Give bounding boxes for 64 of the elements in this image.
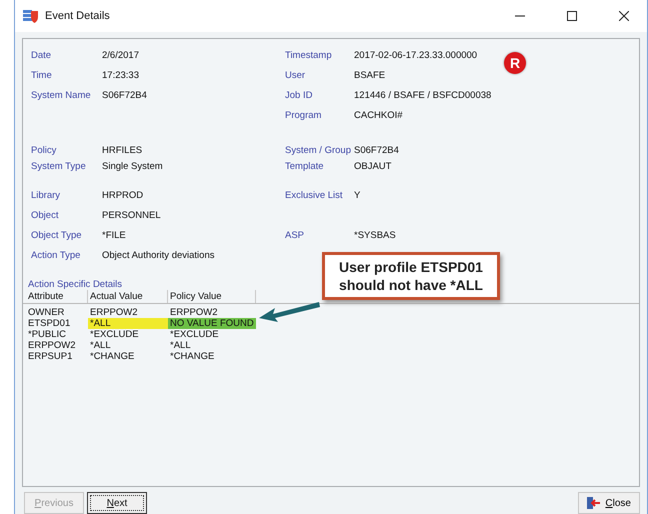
field-value: *FILE [102, 230, 127, 240]
table-cell: *ALL [88, 318, 168, 329]
field-label: System Type [31, 160, 87, 172]
field-label: Policy [31, 144, 58, 156]
field-value: Single System [102, 160, 164, 172]
field-label: Action Type [31, 250, 82, 260]
column-header[interactable]: Policy Value [168, 290, 256, 303]
table-cell-text: *EXCLUDE [169, 329, 220, 340]
table-cell-text: *EXCLUDE [89, 329, 140, 340]
table-cell-text: ERPPOW2 [89, 307, 139, 318]
field-value: PERSONNEL [102, 210, 162, 220]
maximize-icon [567, 11, 577, 21]
table-cell-text: ETSPD01 [27, 318, 72, 329]
field-label: Time [31, 70, 53, 80]
field-value: BSAFE [354, 70, 386, 80]
field-label: System / Group [285, 144, 352, 156]
callout-text: should not have *ALL [339, 276, 483, 294]
field-value: Y [354, 190, 362, 200]
table-cell-text: ERPSUP1 [27, 351, 74, 362]
field-label: Exclusive List [285, 190, 344, 200]
status-badge: R [504, 52, 526, 74]
field-value: 2017-02-06-17.23.33.000000 [354, 50, 478, 60]
field-label: Object Type [31, 230, 83, 240]
field-value: OBJAUT [354, 160, 392, 172]
field-value: S06F72B4 [102, 90, 148, 100]
table-cell-text: *ALL [169, 340, 192, 351]
exit-icon [587, 497, 602, 509]
close-icon [619, 11, 629, 21]
field-label: Object [31, 210, 60, 220]
table-cell-text: *ALL [89, 340, 112, 351]
table-cell-text: *CHANGE [89, 351, 136, 362]
field-value: Object Authority deviations [102, 250, 216, 260]
window-title: Event Details [45, 10, 111, 22]
next-button[interactable]: Next [87, 492, 147, 514]
field-label: Library [31, 190, 62, 200]
section-title: Action Specific Details [28, 279, 122, 290]
field-value: S06F72B4 [354, 144, 400, 156]
field-label: Program [285, 110, 322, 120]
table-cell-text: ERPPOW2 [169, 307, 219, 318]
field-value: 17:23:33 [102, 70, 140, 80]
field-value: 121446 / BSAFE / BSFCD00038 [354, 90, 492, 100]
field-value: CACHKOI# [354, 110, 404, 120]
field-value: HRFILES [102, 144, 144, 156]
close-dialog-button[interactable]: Close [578, 492, 640, 514]
field-label: System Name [31, 90, 92, 100]
table-cell-text: *CHANGE [169, 351, 216, 362]
callout-text: User profile ETSPD01 [339, 258, 483, 276]
column-header[interactable]: Actual Value [88, 290, 168, 303]
field-label: User [285, 70, 306, 80]
field-label: Date [31, 50, 52, 60]
table-cell: NO VALUE FOUND [168, 318, 256, 329]
table-cell-text: ERPPOW2 [27, 340, 77, 351]
table-cell-text: OWNER [27, 307, 66, 318]
field-value: 2/6/2017 [102, 50, 140, 60]
arrow-icon [259, 299, 321, 323]
field-value: *SYSBAS [354, 230, 397, 240]
field-label: Template [285, 160, 325, 172]
field-label: Timestamp [285, 50, 333, 60]
field-label: Job ID [285, 90, 314, 100]
table-cell-text: *PUBLIC [27, 329, 68, 340]
app-icon [23, 9, 39, 23]
column-header[interactable]: Attribute [26, 290, 88, 303]
field-value: HRPROD [102, 190, 144, 200]
field-label: ASP [285, 230, 306, 240]
